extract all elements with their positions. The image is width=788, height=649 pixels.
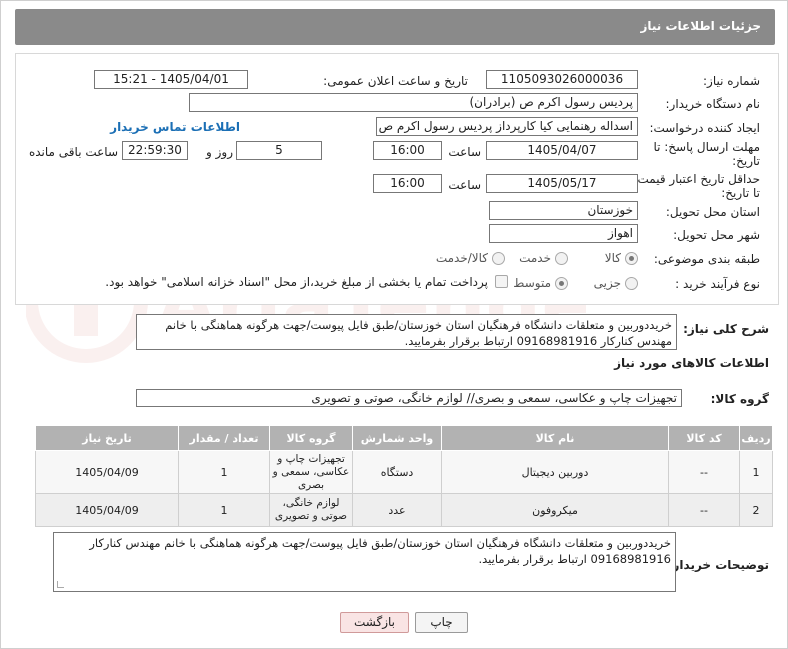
goods-table: ردیف کد کالا نام کالا واحد شمارش گروه کا… xyxy=(35,425,773,527)
page-title: جزئیات اطلاعات نیاز xyxy=(640,19,761,33)
validity-time-label: ساعت xyxy=(448,178,481,192)
price-validity-label: حداقل تاریخ اعتبار قیمت: xyxy=(633,172,760,186)
deadline-date-field: 1405/04/07 xyxy=(486,141,638,160)
details-panel: شماره نیاز: 1105093026000036 تاریخ و ساع… xyxy=(15,53,779,305)
col-index: ردیف xyxy=(739,425,773,451)
row-unit: دستگاه xyxy=(352,450,442,494)
requester-label: ایجاد کننده درخواست: xyxy=(649,121,760,135)
col-name: نام کالا xyxy=(441,425,669,451)
col-code: کد کالا xyxy=(668,425,740,451)
row-group: لوازم خانگی، صوتی و تصویری xyxy=(269,493,353,527)
col-group: گروه کالا xyxy=(269,425,353,451)
buyer-notes-line-2: 09168981916 ارتباط برقرار بفرمایید. xyxy=(478,552,671,566)
description-line-1: خریددوربین و متعلقات دانشگاه فرهنگیان اس… xyxy=(165,318,672,332)
need-number-label: شماره نیاز: xyxy=(703,74,760,88)
row-qty: 1 xyxy=(178,450,270,494)
row-code: -- xyxy=(668,493,740,527)
province-field: خوزستان xyxy=(489,201,638,220)
treasury-payment-checkbox[interactable] xyxy=(495,275,508,288)
table-row: 1 -- دوربین دیجیتال دستگاه تجهیزات چاپ و… xyxy=(35,450,773,494)
city-field: اهواز xyxy=(489,224,638,243)
col-qty: تعداد / مقدار xyxy=(178,425,270,451)
process-radio-minor[interactable] xyxy=(625,277,638,290)
deadline-time-label: ساعت xyxy=(448,145,481,159)
back-button[interactable]: بازگشت xyxy=(340,612,409,633)
goods-section-title: اطلاعات کالاهای مورد نیاز xyxy=(614,356,769,370)
announce-date-field: 1405/04/01 - 15:21 xyxy=(94,70,248,89)
announce-date-label: تاریخ و ساعت اعلان عمومی: xyxy=(323,74,468,88)
description-line-2: مهندس کنارکار 09168981916 ارتباط برقرار … xyxy=(404,334,672,348)
buyer-notes-line-1: خریددوربین و متعلقات دانشگاه فرهنگیان اس… xyxy=(89,536,671,550)
col-date: تاریخ نیاز xyxy=(35,425,179,451)
row-group: تجهیزات چاپ و عکاسی، سمعی و بصری xyxy=(269,450,353,494)
description-text: خریددوربین و متعلقات دانشگاه فرهنگیان اس… xyxy=(136,314,677,350)
days-label: روز و xyxy=(206,145,233,159)
process-radio-medium[interactable] xyxy=(555,277,568,290)
validity-date-field: 1405/05/17 xyxy=(486,174,638,193)
days-remaining-field: 5 xyxy=(236,141,322,160)
row-date: 1405/04/09 xyxy=(35,450,179,494)
remaining-time-field: 22:59:30 xyxy=(122,141,188,160)
row-index: 2 xyxy=(739,493,773,527)
deadline-date-label: تاریخ: xyxy=(732,154,760,168)
category-option-goods: کالا xyxy=(604,251,621,265)
goods-table-header: ردیف کد کالا نام کالا واحد شمارش گروه کا… xyxy=(35,425,773,451)
buyer-notes-label: توضیحات خریدار: xyxy=(667,558,769,572)
row-index: 1 xyxy=(739,450,773,494)
deadline-label: مهلت ارسال پاسخ: تا xyxy=(653,140,760,154)
validity-time-field: 16:00 xyxy=(373,174,442,193)
province-label: استان محل تحویل: xyxy=(665,205,760,219)
category-radio-goods-service[interactable] xyxy=(492,252,505,265)
buyer-org-label: نام دستگاه خریدار: xyxy=(665,97,761,111)
buyer-contact-link[interactable]: اطلاعات تماس خریدار xyxy=(110,120,240,134)
need-number-field: 1105093026000036 xyxy=(486,70,638,89)
deadline-time-field: 16:00 xyxy=(373,141,442,160)
buyer-notes-text: خریددوربین و متعلقات دانشگاه فرهنگیان اس… xyxy=(53,532,676,592)
description-label: شرح کلی نیاز: xyxy=(683,322,769,336)
title-bar: جزئیات اطلاعات نیاز xyxy=(15,9,775,45)
row-date: 1405/04/09 xyxy=(35,493,179,527)
goods-group-field: تجهیزات چاپ و عکاسی، سمعی و بصری// لوازم… xyxy=(136,389,682,407)
print-button[interactable]: چاپ xyxy=(415,612,468,633)
category-radio-goods[interactable] xyxy=(625,252,638,265)
row-name: میکروفون xyxy=(441,493,669,527)
row-code: -- xyxy=(668,450,740,494)
table-row: 2 -- میکروفون عدد لوازم خانگی، صوتی و تص… xyxy=(35,493,773,527)
treasury-payment-note: پرداخت تمام یا بخشی از مبلغ خرید،از محل … xyxy=(105,275,488,289)
process-option-medium: متوسط xyxy=(513,276,551,290)
category-label: طبقه بندی موضوعی: xyxy=(653,252,760,266)
row-unit: عدد xyxy=(352,493,442,527)
category-radio-service[interactable] xyxy=(555,252,568,265)
requester-field: اسداله رهنمایی کیا کارپرداز پردیس رسول ا… xyxy=(376,117,638,136)
process-option-minor: جزیی xyxy=(593,276,621,290)
buyer-org-field: پردیس رسول اکرم ص (برادران) xyxy=(189,93,638,112)
row-name: دوربین دیجیتال xyxy=(441,450,669,494)
remaining-time-label: ساعت باقی مانده xyxy=(28,145,118,159)
category-option-goods-service: کالا/خدمت xyxy=(435,251,488,265)
col-unit: واحد شمارش xyxy=(352,425,442,451)
category-option-service: خدمت xyxy=(519,251,551,265)
city-label: شهر محل تحویل: xyxy=(673,228,760,242)
goods-group-label: گروه کالا: xyxy=(710,392,769,406)
row-qty: 1 xyxy=(178,493,270,527)
resize-grip-icon[interactable] xyxy=(57,581,64,588)
process-type-label: نوع فرآیند خرید : xyxy=(675,277,760,291)
price-validity-date-label: تا تاریخ: xyxy=(721,186,760,200)
page-container: جزئیات اطلاعات نیاز AriaTender.neT شماره… xyxy=(0,0,788,649)
